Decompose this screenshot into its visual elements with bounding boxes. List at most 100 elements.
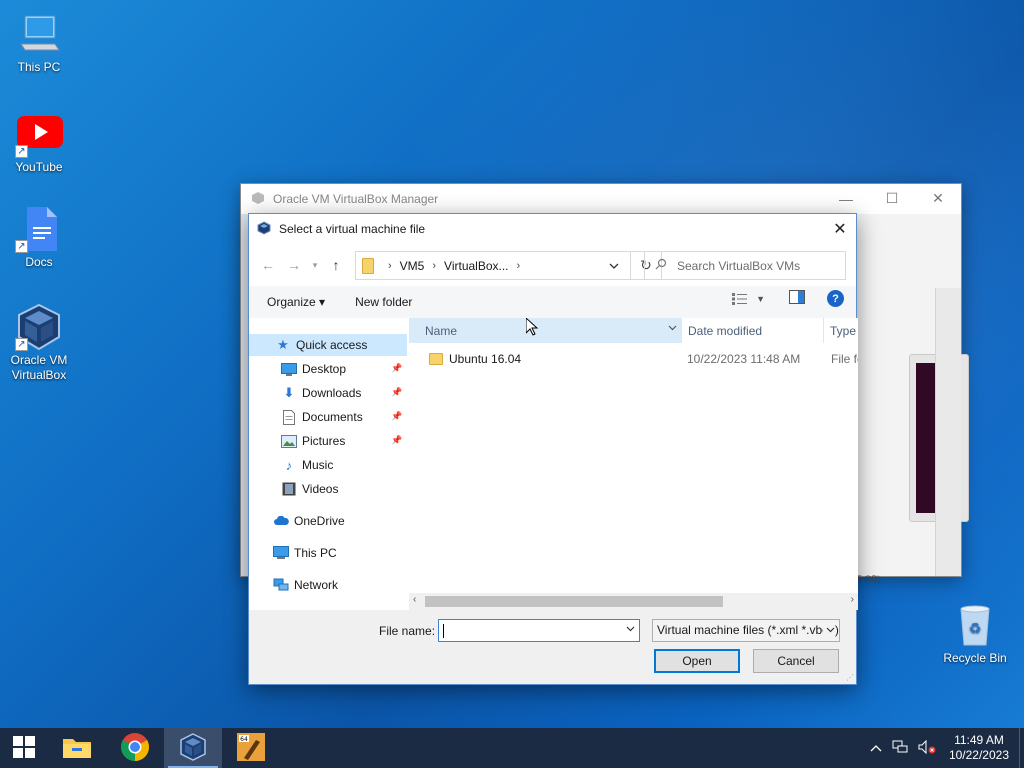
breadcrumb-separator: › — [516, 259, 521, 272]
download-arrow-icon: ⬇ — [283, 385, 295, 400]
scrollbar-thumb[interactable] — [425, 596, 723, 607]
taskbar-chrome[interactable] — [106, 728, 164, 768]
volume-muted-icon[interactable] — [918, 739, 936, 757]
windows-logo-icon — [12, 735, 36, 762]
file-name-label: File name: — [379, 624, 436, 638]
vbm-scrollbar[interactable] — [935, 288, 961, 576]
column-header-name[interactable]: Name ^ — [409, 318, 682, 343]
nav-onedrive[interactable]: OneDrive — [273, 510, 345, 532]
minimize-button[interactable]: — — [823, 184, 869, 213]
chevron-up-icon[interactable] — [870, 741, 882, 755]
dialog-footer: File name: Virtual machine files (*.xml … — [249, 610, 856, 684]
address-dropdown-button[interactable] — [598, 252, 630, 279]
clock[interactable]: 11:49 AM 10/22/2023 — [949, 733, 1009, 763]
address-bar[interactable]: › VM5 › VirtualBox... › ↻ — [355, 251, 662, 280]
preview-pane-icon[interactable] — [789, 290, 805, 307]
chevron-down-icon[interactable] — [626, 624, 635, 635]
desktop-icon-this-pc[interactable]: This PC — [4, 10, 74, 75]
taskbar-app[interactable]: 64 — [222, 728, 280, 768]
dialog-close-button[interactable]: ✕ — [824, 214, 856, 244]
desktop-icon-label: YouTube — [15, 160, 63, 174]
nav-this-pc[interactable]: This PC — [273, 542, 337, 564]
close-button[interactable]: ✕ — [915, 184, 961, 213]
cloud-icon — [273, 513, 289, 529]
show-desktop-button[interactable] — [1019, 728, 1024, 768]
computer-icon — [273, 545, 289, 561]
network-icon[interactable] — [892, 740, 908, 757]
folder-icon — [362, 257, 374, 274]
computer-icon — [15, 10, 63, 58]
navigation-pane: ★ Quick access Desktop 📌 ⬇ Downloads 📌 D… — [249, 318, 407, 608]
breadcrumb-separator: › — [432, 259, 437, 272]
up-button[interactable]: ↑ — [323, 252, 349, 278]
music-note-icon: ♪ — [285, 457, 293, 473]
open-button[interactable]: Open — [654, 649, 740, 673]
file-date: 10/22/2023 11:48 AM — [687, 352, 801, 366]
forward-button[interactable]: → — [281, 252, 307, 278]
virtualbox-icon — [257, 220, 271, 238]
help-icon[interactable]: ? — [827, 290, 844, 307]
youtube-icon: ↗ — [15, 110, 63, 158]
shortcut-arrow-icon: ↗ — [15, 240, 28, 253]
desktop-icon — [281, 361, 297, 377]
file-row[interactable]: Ubuntu 16.04 10/22/2023 11:48 AM File fo… — [409, 348, 858, 370]
desktop-icon-docs[interactable]: ↗ Docs — [4, 205, 74, 270]
nav-music[interactable]: ♪ Music — [281, 454, 334, 476]
new-folder-button[interactable]: New folder — [355, 295, 412, 309]
svg-text:♻: ♻ — [969, 621, 982, 637]
recent-locations-button[interactable]: ▾ — [307, 252, 323, 278]
command-bar: Organize ▾ New folder ▼ ? — [249, 286, 856, 318]
organize-button[interactable]: Organize ▾ — [267, 295, 325, 309]
document-icon — [281, 409, 297, 425]
back-button[interactable]: ← — [255, 252, 281, 278]
nav-pictures[interactable]: Pictures — [281, 430, 345, 452]
scroll-right-icon[interactable]: › — [851, 594, 854, 605]
desktop-icon-recycle-bin[interactable]: ♻ Recycle Bin — [941, 601, 1009, 665]
nav-documents[interactable]: Documents — [281, 406, 363, 428]
start-button[interactable] — [0, 728, 48, 768]
search-icon — [655, 258, 667, 273]
search-box[interactable]: Search VirtualBox VMs — [644, 251, 846, 280]
desktop-icon-label: Docs — [25, 255, 53, 269]
dialog-titlebar[interactable]: Select a virtual machine file — [249, 214, 856, 244]
pin-icon: 📌 — [391, 411, 403, 421]
network-icon — [273, 577, 289, 593]
search-placeholder: Search VirtualBox VMs — [677, 258, 801, 273]
nav-quick-access[interactable]: ★ Quick access — [249, 334, 407, 356]
column-dropdown-icon[interactable] — [668, 323, 677, 333]
horizontal-scrollbar[interactable]: ‹ › — [409, 593, 858, 610]
chevron-down-icon — [823, 620, 835, 641]
mouse-cursor-icon — [526, 318, 538, 336]
view-options-button[interactable]: ▼ — [732, 292, 765, 305]
vbm-title: Oracle VM VirtualBox Manager — [273, 192, 439, 206]
resize-grip-icon[interactable]: ⋰ — [846, 673, 854, 682]
shortcut-arrow-icon: ↗ — [15, 338, 28, 351]
taskbar-virtualbox[interactable] — [164, 728, 222, 768]
file-type-select[interactable]: Virtual machine files (*.xml *.vbox) — [652, 619, 840, 642]
column-header-type[interactable]: Type — [824, 318, 858, 343]
breadcrumb-separator: › — [388, 259, 392, 272]
desktop-icon-virtualbox[interactable]: ↗ Oracle VM VirtualBox — [4, 303, 74, 383]
select-file-dialog[interactable]: Select a virtual machine file ✕ ← → ▾ ↑ … — [248, 213, 858, 685]
nav-videos[interactable]: Videos — [281, 478, 338, 500]
cancel-button[interactable]: Cancel — [753, 649, 839, 673]
docs-icon: ↗ — [15, 205, 63, 253]
breadcrumb-vm5[interactable]: VM5 — [400, 259, 425, 273]
file-name-input[interactable] — [438, 619, 640, 642]
recycle-bin-icon: ♻ — [953, 601, 997, 649]
navigation-bar: ← → ▾ ↑ › VM5 › VirtualBox... › ↻ Search… — [249, 244, 856, 286]
clock-date: 10/22/2023 — [948, 748, 1009, 762]
dialog-title: Select a virtual machine file — [279, 222, 426, 236]
taskbar-file-explorer[interactable] — [48, 728, 106, 768]
column-header-date-modified[interactable]: Date modified — [682, 318, 824, 343]
maximize-button[interactable]: ☐ — [869, 184, 915, 213]
nav-downloads[interactable]: ⬇ Downloads — [281, 382, 362, 404]
nav-desktop[interactable]: Desktop — [281, 358, 346, 380]
nav-network[interactable]: Network — [273, 574, 338, 596]
file-type: File folder — [831, 352, 858, 366]
scroll-left-icon[interactable]: ‹ — [413, 594, 416, 605]
desktop-icon-youtube[interactable]: ↗ YouTube — [4, 110, 74, 175]
pin-icon: 📌 — [391, 363, 403, 373]
desktop-icon-label: Recycle Bin — [943, 651, 1007, 665]
breadcrumb-virtualbox[interactable]: VirtualBox... — [444, 259, 508, 273]
